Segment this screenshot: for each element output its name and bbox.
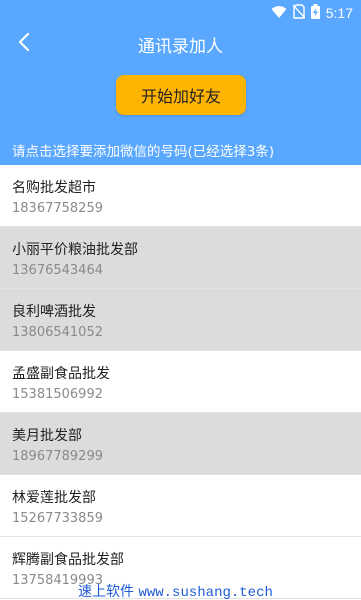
- watermark: 速上软件 www.sushang.tech: [78, 581, 273, 600]
- status-time: 5:17: [325, 5, 353, 21]
- contact-phone: 13806541052: [12, 325, 103, 340]
- contact-row[interactable]: 孟盛副食品批发 15381506992: [0, 351, 361, 413]
- contact-name: 辉腾副食品批发部: [12, 552, 124, 568]
- selection-instruction: 请点击选择要添加微信的号码(已经选择3条): [12, 144, 275, 160]
- page-title: 通讯录加人: [138, 37, 223, 57]
- contact-name: 小丽平价粮油批发部: [12, 242, 138, 258]
- contact-name: 孟盛副食品批发: [12, 366, 110, 382]
- contact-phone: 15267733859: [12, 511, 103, 526]
- contact-row[interactable]: 良利啤酒批发 13806541052: [0, 289, 361, 351]
- contact-row[interactable]: 名购批发超市 18367758259: [0, 165, 361, 227]
- contact-name: 名购批发超市: [12, 180, 96, 196]
- contact-phone: 13676543464: [12, 263, 103, 278]
- status-bar: 5:17: [0, 0, 361, 26]
- wifi-icon: [271, 4, 287, 23]
- contact-row[interactable]: 美月批发部 18967789299: [0, 413, 361, 475]
- contact-name: 良利啤酒批发: [12, 304, 96, 320]
- contact-phone: 18967789299: [12, 449, 103, 464]
- header: 通讯录加人 开始加好友 请点击选择要添加微信的号码(已经选择3条): [0, 26, 361, 165]
- contact-row[interactable]: 林爱莲批发部 15267733859: [0, 475, 361, 537]
- contact-row[interactable]: 小丽平价粮油批发部 13676543464: [0, 227, 361, 289]
- contact-name: 林爱莲批发部: [12, 490, 96, 506]
- screen: 5:17 通讯录加人 开始加好友 请点击选择要添加微信的号码(已经选择3条) 名…: [0, 0, 361, 600]
- contact-name: 美月批发部: [12, 428, 82, 444]
- watermark-brand: 速上软件: [78, 584, 134, 600]
- contact-phone: 15381506992: [12, 387, 103, 402]
- start-add-friends-button[interactable]: 开始加好友: [116, 75, 246, 115]
- battery-charging-icon: [310, 3, 320, 23]
- status-icons: 5:17: [271, 3, 353, 23]
- contact-list: 名购批发超市 18367758259 小丽平价粮油批发部 13676543464 良利啤…: [0, 165, 361, 599]
- no-sim-icon: [292, 3, 306, 23]
- watermark-url: www.sushang.tech: [138, 585, 273, 600]
- contact-phone: 18367758259: [12, 201, 103, 216]
